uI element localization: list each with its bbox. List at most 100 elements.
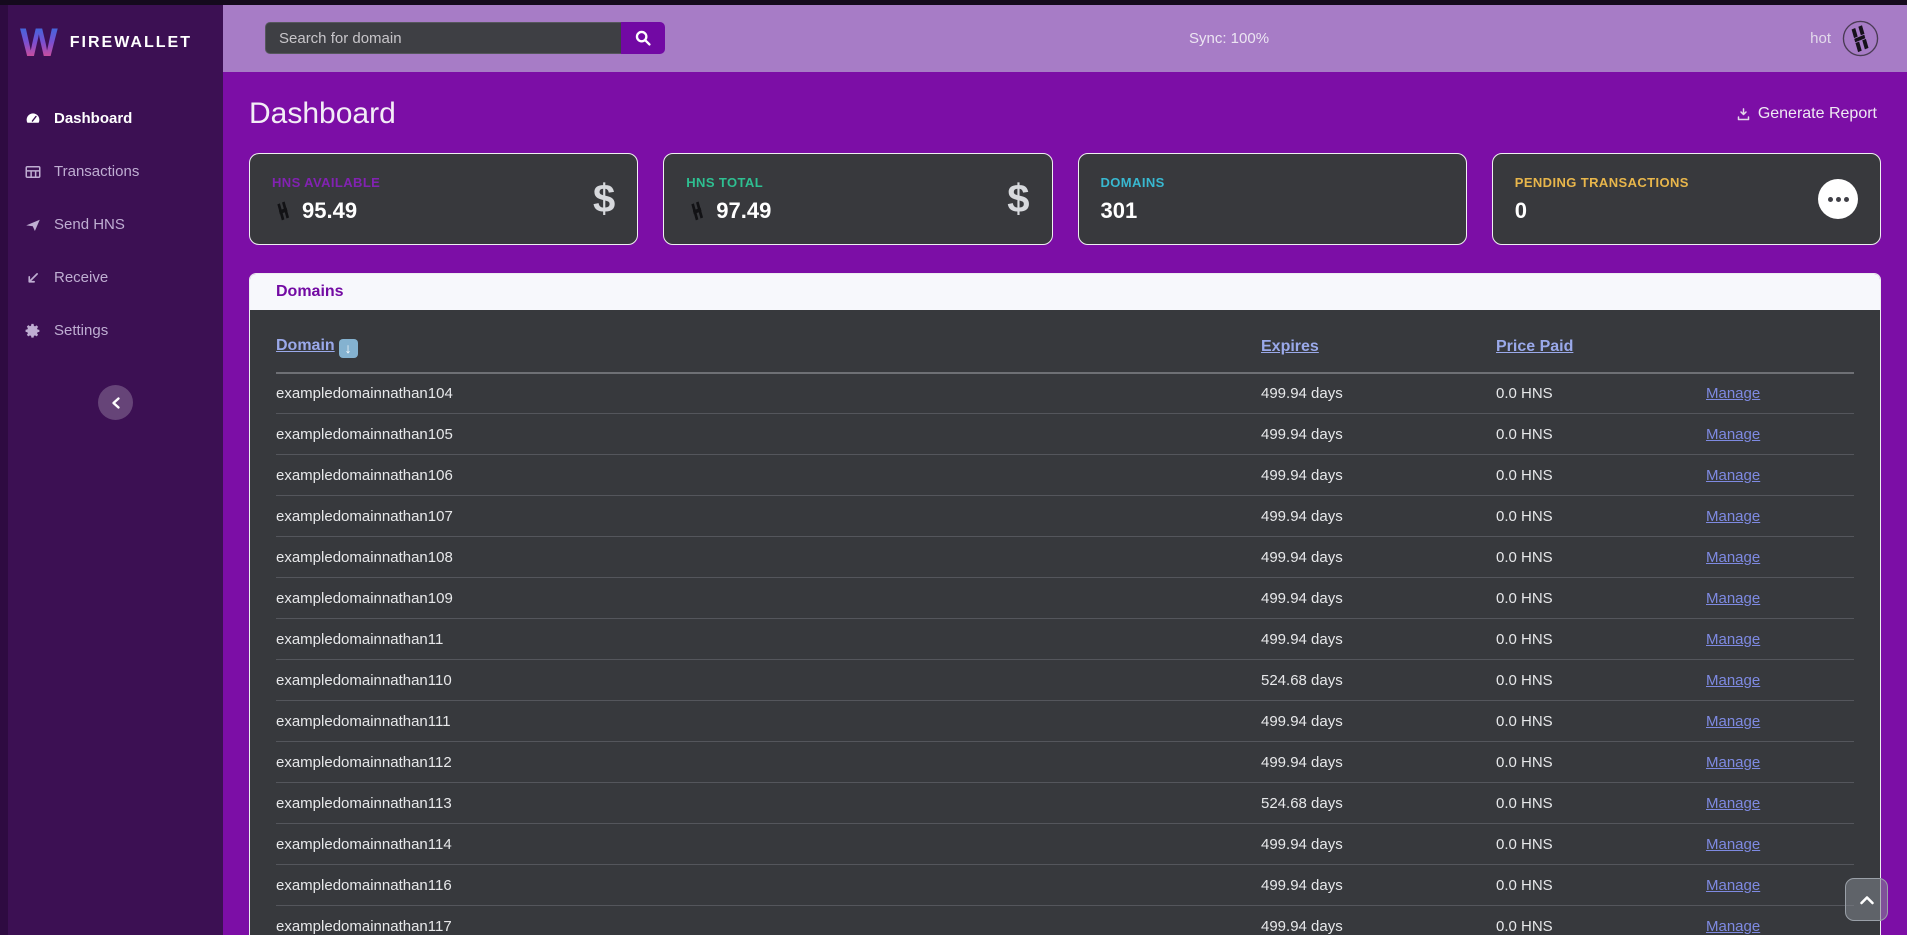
expires-cell: 524.68 days — [1261, 783, 1496, 824]
table-row: exampledomainnathan106 499.94 days 0.0 H… — [276, 455, 1854, 496]
sidebar-collapse-button[interactable] — [98, 385, 133, 420]
table-row: exampledomainnathan107 499.94 days 0.0 H… — [276, 496, 1854, 537]
domain-name-cell: exampledomainnathan104 — [276, 373, 1261, 414]
tachometer-icon — [24, 110, 42, 128]
card-domains: DOMAINS 301 — [1078, 153, 1467, 245]
dollar-icon: $ — [593, 177, 615, 222]
download-icon — [1736, 107, 1751, 122]
manage-link[interactable]: Manage — [1706, 672, 1760, 689]
table-row: exampledomainnathan116 499.94 days 0.0 H… — [276, 865, 1854, 906]
price-paid-cell: 0.0 HNS — [1496, 824, 1706, 865]
domains-panel: Domains Domain↓ Expires Price Paid — [249, 273, 1881, 935]
sidebar-item-label: Send HNS — [54, 216, 125, 233]
price-paid-cell: 0.0 HNS — [1496, 414, 1706, 455]
domain-name-cell: exampledomainnathan108 — [276, 537, 1261, 578]
manage-link[interactable]: Manage — [1706, 754, 1760, 771]
price-paid-cell: 0.0 HNS — [1496, 865, 1706, 906]
sidebar-item-receive[interactable]: Receive — [8, 251, 223, 304]
paper-plane-icon — [24, 216, 42, 234]
card-value: 95.49 — [302, 198, 357, 224]
sidebar-item-label: Dashboard — [54, 110, 132, 127]
expires-cell: 499.94 days — [1261, 824, 1496, 865]
price-paid-cell: 0.0 HNS — [1496, 373, 1706, 414]
arrow-down-left-icon — [24, 269, 42, 287]
price-paid-cell: 0.0 HNS — [1496, 455, 1706, 496]
manage-link[interactable]: Manage — [1706, 631, 1760, 648]
sidebar-item-settings[interactable]: Settings — [8, 304, 223, 357]
manage-link[interactable]: Manage — [1706, 713, 1760, 730]
manage-link[interactable]: Manage — [1706, 590, 1760, 607]
domains-panel-title: Domains — [250, 274, 1880, 310]
sidebar-item-dashboard[interactable]: Dashboard — [8, 92, 223, 145]
manage-link[interactable]: Manage — [1706, 426, 1760, 443]
table-row: exampledomainnathan11 499.94 days 0.0 HN… — [276, 619, 1854, 660]
card-label: HNS AVAILABLE — [272, 175, 380, 190]
table-row: exampledomainnathan110 524.68 days 0.0 H… — [276, 660, 1854, 701]
main-content: Dashboard Generate Report HNS AVAILABLE — [223, 72, 1907, 935]
sidebar-item-send-hns[interactable]: Send HNS — [8, 198, 223, 251]
expires-cell: 499.94 days — [1261, 537, 1496, 578]
scroll-to-top-button[interactable] — [1845, 878, 1888, 921]
card-value: 0 — [1515, 198, 1527, 224]
sort-price-link[interactable]: Price Paid — [1496, 338, 1573, 355]
domain-name-cell: exampledomainnathan11 — [276, 619, 1261, 660]
expires-cell: 499.94 days — [1261, 496, 1496, 537]
domain-name-cell: exampledomainnathan110 — [276, 660, 1261, 701]
price-paid-cell: 0.0 HNS — [1496, 496, 1706, 537]
table-row: exampledomainnathan109 499.94 days 0.0 H… — [276, 578, 1854, 619]
expires-cell: 499.94 days — [1261, 906, 1496, 935]
domain-name-cell: exampledomainnathan113 — [276, 783, 1261, 824]
domains-table-body: exampledomainnathan104 499.94 days 0.0 H… — [276, 373, 1854, 935]
manage-link[interactable]: Manage — [1706, 385, 1760, 402]
table-row: exampledomainnathan111 499.94 days 0.0 H… — [276, 701, 1854, 742]
expires-cell: 499.94 days — [1261, 865, 1496, 906]
ellipsis-menu-icon[interactable] — [1818, 179, 1858, 219]
chevron-up-icon — [1859, 894, 1875, 906]
table-row: exampledomainnathan108 499.94 days 0.0 H… — [276, 537, 1854, 578]
handshake-logo-icon — [1841, 19, 1880, 58]
manage-link[interactable]: Manage — [1706, 836, 1760, 853]
domain-search — [265, 22, 665, 54]
table-row: exampledomainnathan104 499.94 days 0.0 H… — [276, 373, 1854, 414]
manage-link[interactable]: Manage — [1706, 508, 1760, 525]
card-value: 97.49 — [716, 198, 771, 224]
sort-domain-link[interactable]: Domain — [276, 337, 335, 354]
manage-link[interactable]: Manage — [1706, 467, 1760, 484]
card-hns-total: HNS TOTAL 97.49 $ — [663, 153, 1052, 245]
column-header-expires: Expires — [1261, 310, 1496, 373]
column-header-manage — [1706, 310, 1854, 373]
table-row: exampledomainnathan117 499.94 days 0.0 H… — [276, 906, 1854, 935]
expires-cell: 499.94 days — [1261, 742, 1496, 783]
sidebar-item-label: Receive — [54, 269, 108, 286]
price-paid-cell: 0.0 HNS — [1496, 701, 1706, 742]
manage-link[interactable]: Manage — [1706, 918, 1760, 935]
domain-name-cell: exampledomainnathan114 — [276, 824, 1261, 865]
domain-name-cell: exampledomainnathan111 — [276, 701, 1261, 742]
manage-link[interactable]: Manage — [1706, 795, 1760, 812]
search-icon — [634, 29, 652, 47]
expires-cell: 499.94 days — [1261, 373, 1496, 414]
sidebar-item-transactions[interactable]: Transactions — [8, 145, 223, 198]
search-button[interactable] — [621, 22, 665, 54]
topbar: Sync: 100% hot — [223, 5, 1907, 72]
domain-name-cell: exampledomainnathan112 — [276, 742, 1261, 783]
manage-link[interactable]: Manage — [1706, 549, 1760, 566]
wallet-menu[interactable]: hot — [1810, 5, 1880, 72]
search-input[interactable] — [265, 22, 621, 54]
column-header-domain: Domain↓ — [276, 310, 1261, 373]
domain-name-cell: exampledomainnathan105 — [276, 414, 1261, 455]
sidebar-item-label: Transactions — [54, 163, 139, 180]
sort-expires-link[interactable]: Expires — [1261, 338, 1319, 355]
price-paid-cell: 0.0 HNS — [1496, 619, 1706, 660]
brand[interactable]: W FIREWALLET — [8, 0, 223, 76]
stat-cards: HNS AVAILABLE 95.49 $ HNS TOTAL — [223, 131, 1907, 245]
table-row: exampledomainnathan114 499.94 days 0.0 H… — [276, 824, 1854, 865]
expires-cell: 499.94 days — [1261, 414, 1496, 455]
generate-report-button[interactable]: Generate Report — [1736, 105, 1877, 123]
card-label: PENDING TRANSACTIONS — [1515, 175, 1689, 190]
domain-name-cell: exampledomainnathan117 — [276, 906, 1261, 935]
wallet-name: hot — [1810, 30, 1831, 47]
domain-name-cell: exampledomainnathan116 — [276, 865, 1261, 906]
table-row: exampledomainnathan113 524.68 days 0.0 H… — [276, 783, 1854, 824]
manage-link[interactable]: Manage — [1706, 877, 1760, 894]
